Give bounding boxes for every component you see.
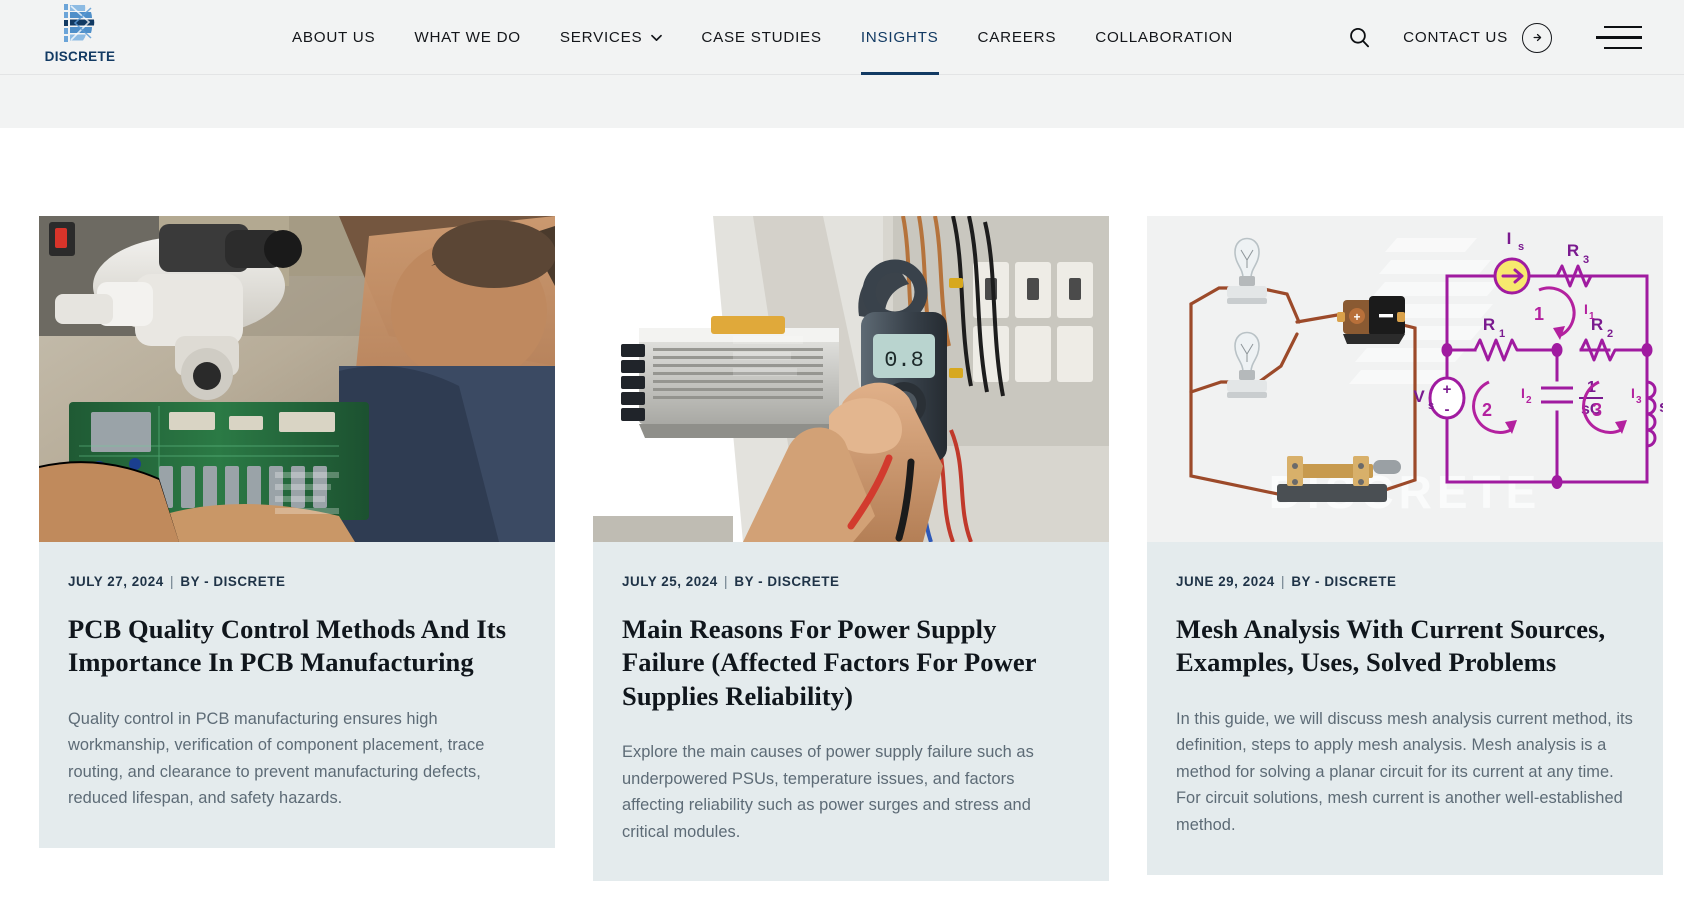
- post-card-grid: JULY 27, 2024 | BY - DISCRETE PCB Qualit…: [0, 216, 1684, 882]
- svg-text:I: I: [1631, 385, 1635, 401]
- post-date: JULY 27, 2024: [68, 574, 164, 589]
- post-card-body: JULY 25, 2024 | BY - DISCRETE Main Reaso…: [593, 542, 1109, 881]
- nav-label: COLLABORATION: [1095, 29, 1233, 46]
- nav-item-about-us[interactable]: ABOUT US: [292, 0, 375, 75]
- svg-text:0.8: 0.8: [884, 348, 924, 373]
- post-thumbnail-mesh-analysis-diagram: DISCRETE + I s + - V s R 1 R 2 R 3 1 sC …: [1147, 216, 1663, 542]
- post-title[interactable]: Mesh Analysis With Current Sources, Exam…: [1176, 613, 1634, 680]
- post-card-body: JUNE 29, 2024 | BY - DISCRETE Mesh Analy…: [1147, 542, 1663, 875]
- post-excerpt: Explore the main causes of power supply …: [622, 743, 1034, 841]
- nav-item-collaboration[interactable]: COLLABORATION: [1095, 0, 1233, 75]
- post-card[interactable]: JULY 27, 2024 | BY - DISCRETE PCB Qualit…: [39, 216, 555, 849]
- post-meta: JULY 25, 2024 | BY - DISCRETE: [622, 574, 1080, 589]
- nav-item-insights[interactable]: INSIGHTS: [860, 0, 939, 75]
- svg-text:V: V: [1413, 387, 1425, 406]
- svg-text:2: 2: [1607, 328, 1613, 340]
- svg-text:3: 3: [1583, 254, 1589, 266]
- svg-text:2: 2: [1482, 400, 1492, 420]
- nav-item-careers[interactable]: CAREERS: [978, 0, 1057, 75]
- post-excerpt: In this guide, we will discuss mesh anal…: [1176, 709, 1633, 835]
- post-date: JUNE 29, 2024: [1176, 574, 1275, 589]
- header-sub-bar: [0, 75, 1684, 128]
- nav-label: SERVICES: [559, 29, 643, 46]
- contact-us-link[interactable]: CONTACT US: [1403, 22, 1552, 53]
- nav-label: CAREERS: [977, 29, 1057, 46]
- post-title[interactable]: Main Reasons For Power Supply Failure (A…: [622, 613, 1080, 713]
- site-header: DISCRETE ABOUT US WHAT WE DO SERVICES CA…: [0, 0, 1684, 75]
- header-actions: CONTACT US: [1344, 0, 1642, 75]
- svg-text:1: 1: [1534, 304, 1544, 324]
- hamburger-menu-icon[interactable]: [1596, 23, 1642, 53]
- active-nav-underline: [860, 72, 939, 75]
- nav-item-services[interactable]: SERVICES: [560, 0, 663, 75]
- post-meta: JUNE 29, 2024 | BY - DISCRETE: [1176, 574, 1634, 589]
- svg-text:s: s: [1518, 241, 1524, 253]
- arrow-right-circle-icon: [1522, 22, 1552, 53]
- svg-text:sL: sL: [1659, 397, 1663, 416]
- search-button[interactable]: [1344, 23, 1374, 53]
- svg-text:I: I: [1521, 385, 1525, 401]
- burger-line-top: [1604, 25, 1642, 29]
- svg-text:+: +: [1353, 310, 1360, 324]
- svg-text:2: 2: [1526, 395, 1532, 406]
- post-card[interactable]: 0.8 JULY 25, 2024 | BY - DISCRETE Main R…: [593, 216, 1109, 882]
- svg-text:s: s: [1428, 400, 1434, 412]
- brand-logo[interactable]: DISCRETE: [42, 2, 118, 74]
- svg-text:+: +: [1443, 381, 1452, 398]
- nav-label: WHAT WE DO: [414, 29, 521, 46]
- svg-text:3: 3: [1636, 395, 1642, 406]
- nav-item-what-we-do[interactable]: WHAT WE DO: [414, 0, 521, 75]
- insights-main: JULY 27, 2024 | BY - DISCRETE PCB Qualit…: [0, 128, 1684, 882]
- post-meta: JULY 27, 2024 | BY - DISCRETE: [68, 574, 526, 589]
- svg-text:3: 3: [1592, 400, 1602, 420]
- meta-separator: |: [1281, 574, 1286, 589]
- post-card-body: JULY 27, 2024 | BY - DISCRETE PCB Qualit…: [39, 542, 555, 848]
- meta-separator: |: [170, 574, 175, 589]
- svg-text:R: R: [1567, 241, 1579, 260]
- svg-text:1: 1: [1589, 311, 1595, 322]
- burger-line-bottom: [1604, 46, 1642, 50]
- post-byline: BY - DISCRETE: [180, 574, 286, 589]
- meta-separator: |: [724, 574, 729, 589]
- svg-text:-: -: [1445, 401, 1450, 418]
- brand-name: DISCRETE: [44, 49, 116, 64]
- svg-text:R: R: [1483, 315, 1495, 334]
- search-icon: [1349, 27, 1369, 48]
- post-card[interactable]: DISCRETE + I s + - V s R 1 R 2 R 3 1 sC …: [1147, 216, 1663, 875]
- post-date: JULY 25, 2024: [622, 574, 718, 589]
- svg-text:1: 1: [1499, 328, 1505, 340]
- post-byline: BY - DISCRETE: [734, 574, 840, 589]
- svg-text:I: I: [1507, 229, 1512, 248]
- post-thumbnail-pcb-inspection: [39, 216, 555, 542]
- chevron-down-icon: [651, 34, 663, 41]
- nav-label: CASE STUDIES: [701, 29, 822, 46]
- post-thumbnail-power-supply-testing: 0.8: [593, 216, 1109, 542]
- contact-us-label: CONTACT US: [1403, 29, 1508, 46]
- nav-item-case-studies[interactable]: CASE STUDIES: [701, 0, 821, 75]
- primary-navigation: ABOUT US WHAT WE DO SERVICES CASE STUDIE…: [292, 0, 1233, 75]
- nav-label: INSIGHTS: [860, 29, 939, 46]
- svg-text:I: I: [1584, 301, 1588, 317]
- post-title[interactable]: PCB Quality Control Methods And Its Impo…: [68, 613, 526, 680]
- nav-label: ABOUT US: [292, 29, 376, 46]
- burger-line-middle: [1596, 36, 1642, 39]
- discrete-d-logo-icon: [64, 4, 95, 42]
- post-byline: BY - DISCRETE: [1291, 574, 1397, 589]
- post-excerpt: Quality control in PCB manufacturing ens…: [68, 709, 485, 808]
